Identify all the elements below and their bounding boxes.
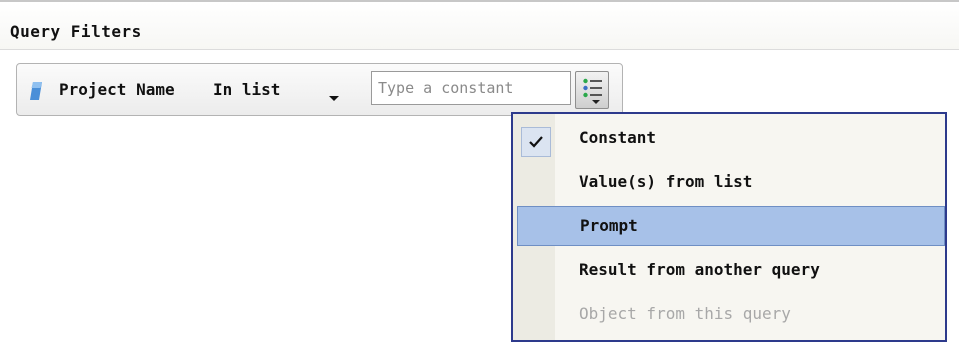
menu-item-values-from-list[interactable]: Value(s) from list xyxy=(517,163,945,203)
query-filter[interactable]: Project Name In list xyxy=(16,63,623,116)
dimension-icon xyxy=(30,82,42,100)
menu-item-label: Prompt xyxy=(580,216,638,235)
list-menu-icon xyxy=(583,78,602,104)
menu-item-label: Object from this query xyxy=(579,304,791,323)
operand-type-button[interactable] xyxy=(575,71,609,109)
panel-title: Query Filters xyxy=(10,22,142,41)
filter-object-name[interactable]: Project Name xyxy=(59,80,175,99)
operand-type-menu: Constant Value(s) from list Prompt Resul… xyxy=(511,112,947,342)
filter-operator[interactable]: In list xyxy=(213,80,280,99)
panel-header: Query Filters xyxy=(0,0,959,50)
menu-item-label: Result from another query xyxy=(579,260,820,279)
constant-input[interactable] xyxy=(371,71,571,105)
chevron-down-icon[interactable] xyxy=(329,96,339,101)
menu-item-constant[interactable]: Constant xyxy=(517,119,945,159)
menu-item-label: Value(s) from list xyxy=(579,172,753,191)
check-icon xyxy=(521,127,551,157)
menu-item-prompt[interactable]: Prompt xyxy=(517,206,945,246)
menu-item-label: Constant xyxy=(579,128,657,147)
menu-item-result-from-another-query[interactable]: Result from another query xyxy=(517,251,945,291)
menu-item-object-from-this-query[interactable]: Object from this query xyxy=(517,295,945,335)
